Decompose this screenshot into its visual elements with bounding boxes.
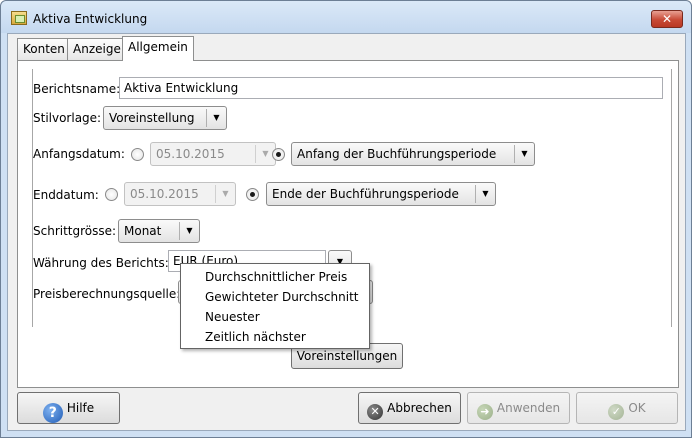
- step-size-select[interactable]: Monat ▼: [118, 219, 200, 243]
- chevron-down-icon: ▼: [206, 109, 226, 127]
- ok-icon: ✓: [608, 404, 625, 420]
- start-period-radio[interactable]: [272, 148, 285, 161]
- apply-icon: ➜: [476, 404, 493, 420]
- report-icon: [11, 11, 27, 25]
- report-options-window: Aktiva Entwicklung ✕ Konten Anzeige Allg…: [0, 0, 692, 438]
- price-source-dropdown-list: Durchschnittlicher Preis Gewichteter Dur…: [180, 263, 370, 349]
- end-date-value: 05.10.2015: [130, 187, 199, 201]
- style-select[interactable]: Voreinstellung ▼: [103, 106, 227, 130]
- style-label: Stilvorlage:: [33, 111, 102, 125]
- help-button-label: Hilfe: [66, 401, 95, 415]
- price-source-label: Preisberechnungsquelle:: [33, 287, 181, 301]
- currency-label: Währung des Berichts:: [33, 256, 169, 270]
- tab-allgemein[interactable]: Allgemein: [122, 36, 194, 61]
- chevron-down-icon: ▼: [514, 145, 534, 163]
- report-name-input[interactable]: Aktiva Entwicklung: [119, 77, 663, 99]
- dropdown-option-weighted-average[interactable]: Gewichteter Durchschnitt: [205, 290, 358, 304]
- cancel-icon: ✕: [367, 404, 384, 420]
- title-bar: Aktiva Entwicklung ✕: [1, 1, 691, 33]
- end-period-select[interactable]: Ende der Buchführungsperiode ▼: [266, 182, 496, 206]
- cancel-button[interactable]: ✕ Abbrechen: [358, 392, 461, 424]
- dropdown-option-latest[interactable]: Neuester: [205, 310, 260, 324]
- start-date-picker[interactable]: 05.10.2015 ▼: [150, 142, 276, 166]
- start-date-value: 05.10.2015: [156, 147, 225, 161]
- cancel-button-label: Abbrechen: [387, 401, 452, 415]
- dialog-client-area: Konten Anzeige Allgemein Berichtsname: A…: [7, 33, 686, 431]
- ok-button[interactable]: ✓ OK: [576, 392, 678, 424]
- end-period-value: Ende der Buchführungsperiode: [272, 187, 459, 201]
- help-button[interactable]: ? Hilfe: [17, 392, 120, 424]
- close-button[interactable]: ✕: [651, 10, 683, 28]
- end-date-radio[interactable]: [105, 188, 118, 201]
- end-date-picker[interactable]: 05.10.2015 ▼: [124, 182, 236, 206]
- help-icon: ?: [42, 403, 63, 423]
- end-period-radio[interactable]: [246, 188, 259, 201]
- step-size-value: Monat: [124, 224, 162, 238]
- style-select-value: Voreinstellung: [109, 111, 195, 125]
- start-period-select[interactable]: Anfang der Buchführungsperiode ▼: [291, 142, 535, 166]
- report-name-label: Berichtsname:: [33, 82, 121, 96]
- apply-button-label: Anwenden: [496, 401, 561, 415]
- end-date-label: Enddatum:: [33, 188, 99, 202]
- start-date-radio[interactable]: [131, 148, 144, 161]
- tab-konten[interactable]: Konten: [17, 38, 71, 60]
- apply-button[interactable]: ➜ Anwenden: [467, 392, 570, 424]
- ok-button-label: OK: [628, 401, 646, 415]
- window-title: Aktiva Entwicklung: [33, 12, 148, 26]
- chevron-down-icon: ▼: [215, 185, 235, 203]
- chevron-down-icon: ▼: [475, 185, 495, 203]
- chevron-down-icon: ▼: [179, 222, 199, 240]
- step-size-label: Schrittgrösse:: [33, 224, 117, 238]
- start-period-value: Anfang der Buchführungsperiode: [297, 147, 497, 161]
- tab-anzeige[interactable]: Anzeige: [67, 38, 127, 60]
- dropdown-option-nearest-in-time[interactable]: Zeitlich nächster: [205, 330, 306, 344]
- dropdown-option-average[interactable]: Durchschnittlicher Preis: [205, 270, 347, 284]
- start-date-label: Anfangsdatum:: [33, 147, 125, 161]
